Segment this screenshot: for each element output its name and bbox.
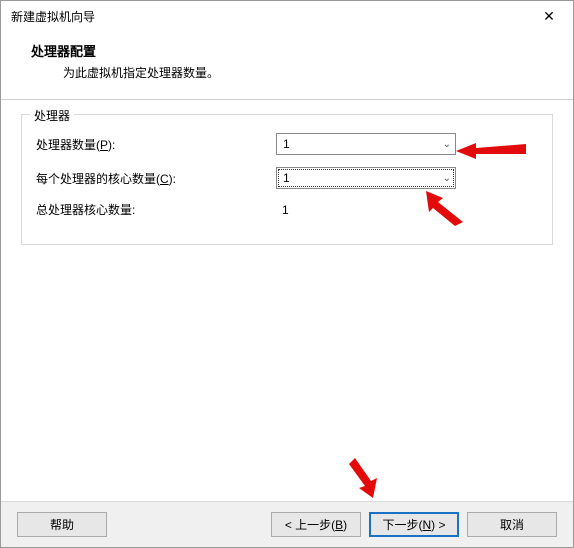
processor-count-dropdown[interactable]: 1 ⌄ — [276, 133, 456, 155]
next-button[interactable]: 下一步(N) > — [369, 512, 459, 537]
cores-per-processor-label: 每个处理器的核心数量(C): — [36, 170, 276, 187]
total-cores-row: 总处理器核心数量: 1 — [36, 201, 538, 218]
wizard-footer: 帮助 < 上一步(B) 下一步(N) > 取消 — [1, 501, 573, 547]
groupbox-legend: 处理器 — [30, 107, 74, 124]
total-cores-value: 1 — [276, 203, 289, 217]
processor-count-row: 处理器数量(P): 1 ⌄ — [36, 133, 538, 155]
processor-count-label: 处理器数量(P): — [36, 136, 276, 153]
processor-count-value: 1 — [283, 137, 290, 151]
cancel-button[interactable]: 取消 — [467, 512, 557, 537]
close-icon: ✕ — [543, 8, 555, 25]
content-area: 处理器 处理器数量(P): 1 ⌄ 每个处理器的核心数量(C): 1 ⌄ 总处理… — [1, 100, 573, 265]
chevron-down-icon: ⌄ — [443, 173, 451, 184]
window-title: 新建虚拟机向导 — [11, 8, 95, 25]
chevron-down-icon: ⌄ — [443, 139, 451, 150]
close-button[interactable]: ✕ — [529, 2, 569, 30]
wizard-header: 处理器配置 为此虚拟机指定处理器数量。 — [1, 31, 573, 99]
back-button[interactable]: < 上一步(B) — [271, 512, 361, 537]
annotation-arrow-3 — [343, 456, 388, 501]
help-button[interactable]: 帮助 — [17, 512, 107, 537]
cores-per-processor-dropdown[interactable]: 1 ⌄ — [276, 167, 456, 189]
processor-groupbox: 处理器 处理器数量(P): 1 ⌄ 每个处理器的核心数量(C): 1 ⌄ 总处理… — [21, 114, 553, 245]
cores-per-processor-row: 每个处理器的核心数量(C): 1 ⌄ — [36, 167, 538, 189]
titlebar: 新建虚拟机向导 ✕ — [1, 1, 573, 31]
header-subtitle: 为此虚拟机指定处理器数量。 — [63, 64, 557, 81]
total-cores-label: 总处理器核心数量: — [36, 201, 276, 218]
header-title: 处理器配置 — [31, 41, 557, 60]
cores-per-processor-value: 1 — [283, 171, 290, 185]
